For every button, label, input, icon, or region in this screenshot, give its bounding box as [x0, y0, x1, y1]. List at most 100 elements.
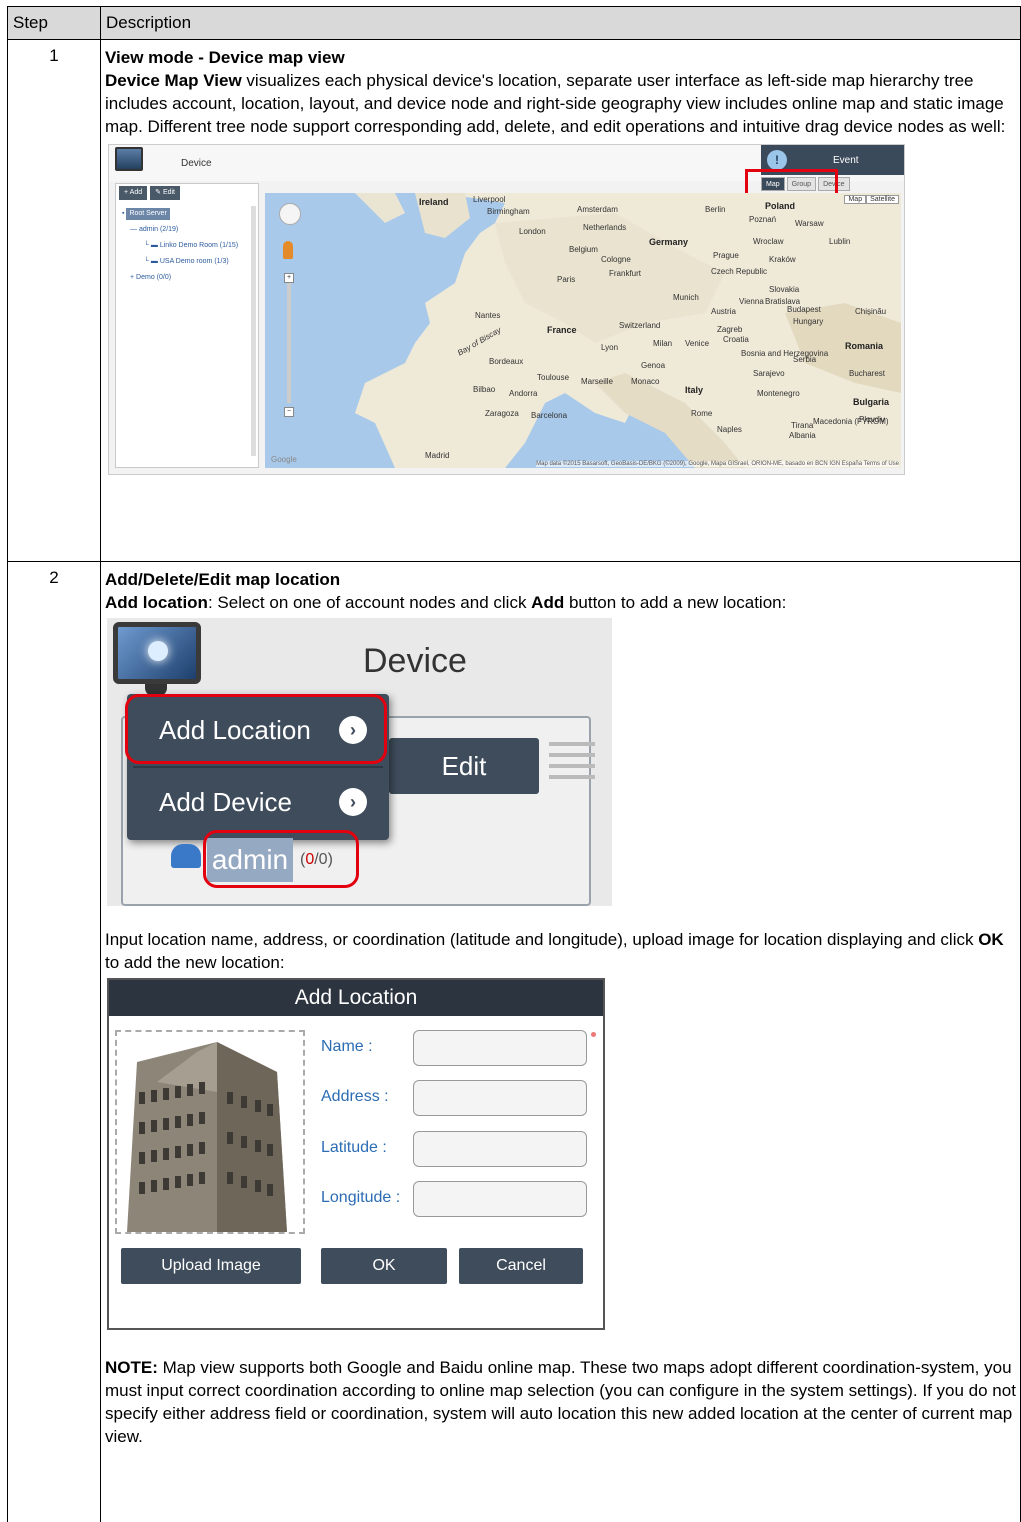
name-label: Name : — [321, 1038, 373, 1055]
alert-icon: ! — [767, 150, 787, 170]
map-label: Toulouse — [537, 373, 570, 382]
monitor-icon — [113, 622, 201, 684]
map-hierarchy-tree-panel: + Add ✎ Edit ▪ Root Server — admin (2/19… — [115, 183, 259, 468]
map-label: Belgium — [569, 245, 598, 254]
step-heading: View mode - Device map view — [105, 48, 345, 67]
paragraph-text: to add the new location: — [105, 953, 285, 972]
location-label: Linko Demo Room (1/15) — [159, 242, 239, 249]
add-label: Add — [129, 189, 143, 196]
table-row: 2 Add/Delete/Edit map location Add locat… — [7, 561, 1021, 1522]
add-location-menu-screenshot: Device Edit Add Location › Add Device › ad… — [107, 618, 612, 906]
map-type-satellite: Satellite — [866, 195, 899, 204]
zoom-in-icon: + — [284, 273, 294, 283]
map-label: Cologne — [601, 255, 631, 264]
device-tree: ▪ Root Server — admin (2/19) └ ▬ Linko D… — [116, 202, 258, 290]
online-map: Ireland Liverpool Birmingham London Amst… — [265, 193, 901, 468]
longitude-field — [413, 1181, 587, 1217]
bold-term: Add — [531, 593, 565, 612]
location-label: USA Demo room (1/3) — [159, 258, 229, 265]
map-label: Marseille — [581, 377, 614, 386]
map-label: Hungary — [793, 317, 824, 326]
tree-node-demo: + Demo (0/0) — [130, 274, 172, 281]
map-label: Naples — [717, 425, 742, 434]
list-icon — [549, 742, 595, 786]
building-icon — [117, 1032, 303, 1232]
map-label: France — [547, 325, 577, 335]
map-label: Poland — [765, 201, 796, 211]
map-label: Madrid — [425, 451, 450, 460]
admin-label: admin (2/19) — [138, 226, 179, 233]
map-label: Bulgaria — [853, 397, 890, 407]
map-label: Berlin — [705, 205, 726, 214]
map-label: London — [519, 227, 546, 236]
highlight-box — [203, 830, 359, 888]
step-heading: Add/Delete/Edit map location — [105, 570, 341, 589]
map-label: Amsterdam — [577, 205, 618, 214]
pegman-icon — [283, 241, 293, 259]
step-paragraph: Input location name, address, or coordin… — [105, 928, 1017, 974]
menu-item-label: Add Device — [159, 787, 292, 817]
tree-node-root: ▪ Root Server — [122, 206, 252, 222]
step-paragraph: Device Map View visualizes each physical… — [105, 69, 1017, 138]
edit-button: Edit — [389, 738, 539, 794]
map-label: Genoa — [641, 361, 666, 370]
map-label: Frankfurt — [609, 269, 642, 278]
paragraph-text: Input location name, address, or coordin… — [105, 930, 979, 949]
table-row: 1 View mode - Device map view Device Map… — [7, 39, 1021, 562]
map-label: Barcelona — [531, 411, 568, 420]
latitude-field — [413, 1131, 587, 1167]
map-label: Zaragoza — [485, 409, 519, 418]
event-label: Event — [833, 155, 859, 166]
address-label: Address : — [321, 1088, 389, 1105]
map-label: Vienna — [739, 297, 764, 306]
map-type-toggle: Map Satellite — [844, 195, 899, 204]
map-label: Venice — [685, 339, 710, 348]
root-label: Root Server — [126, 208, 170, 220]
note-label: NOTE: — [105, 1358, 158, 1377]
add-location-dialog-screenshot: Add Location Name: Address: Latitude:… — [107, 978, 605, 1330]
map-label: Slovakia — [769, 285, 800, 294]
paragraph-text: button to add a new location: — [564, 593, 787, 612]
tree-node-location: └ ▬ USA Demo room (1/3) — [144, 258, 229, 265]
add-button: + Add — [119, 186, 148, 200]
map-label: Rome — [691, 409, 713, 418]
map-label: Montenegro — [757, 389, 800, 398]
map-label: Italy — [685, 385, 704, 395]
cancel-button: Cancel — [459, 1248, 583, 1284]
map-type-map: Map — [844, 195, 867, 204]
menu-separator — [133, 766, 383, 768]
map-label: Romania — [845, 341, 884, 351]
edit-button: ✎ Edit — [150, 186, 180, 200]
note-paragraph: NOTE: Map view supports both Google and … — [105, 1356, 1017, 1448]
screenshot-title: Device — [363, 642, 467, 680]
zoom-slider — [287, 283, 291, 403]
map-label: Netherlands — [583, 223, 627, 232]
map-label: Bratislava — [765, 297, 801, 306]
screenshot-title: Device — [181, 158, 212, 169]
upload-image-button: Upload Image — [121, 1248, 301, 1284]
map-label: Chișinău — [855, 307, 887, 316]
building-image — [115, 1030, 305, 1234]
tree-toolbar: + Add ✎ Edit — [116, 184, 258, 202]
map-label: Kraków — [769, 255, 796, 264]
highlight-box — [125, 694, 387, 764]
map-label: Munich — [673, 293, 699, 302]
user-icon — [171, 844, 201, 868]
map-label: Bosnia and Herzegovina — [741, 349, 829, 358]
note-text: Map view supports both Google and Baidu … — [105, 1358, 1016, 1446]
map-label: Bucharest — [849, 369, 886, 378]
step-description: Add/Delete/Edit map location Add locatio… — [100, 561, 1021, 1522]
step-paragraph: Add location: Select on one of account n… — [105, 591, 1017, 614]
bold-term: Device Map View — [105, 71, 242, 90]
scrollbar — [251, 206, 256, 456]
map-label: Nantes — [475, 311, 501, 320]
longitude-label: Longitude : — [321, 1189, 401, 1206]
map-label: Birmingham — [487, 207, 530, 216]
map-label: Wroclaw — [753, 237, 784, 246]
step-table: Step Description 1 View mode - Device ma… — [7, 6, 1021, 1522]
header-description: Description — [100, 6, 1021, 40]
map-label: Andorra — [509, 389, 538, 398]
map-label: Lublin — [829, 237, 851, 246]
monitor-icon — [115, 147, 143, 171]
map-label: Zagreb — [717, 325, 743, 334]
